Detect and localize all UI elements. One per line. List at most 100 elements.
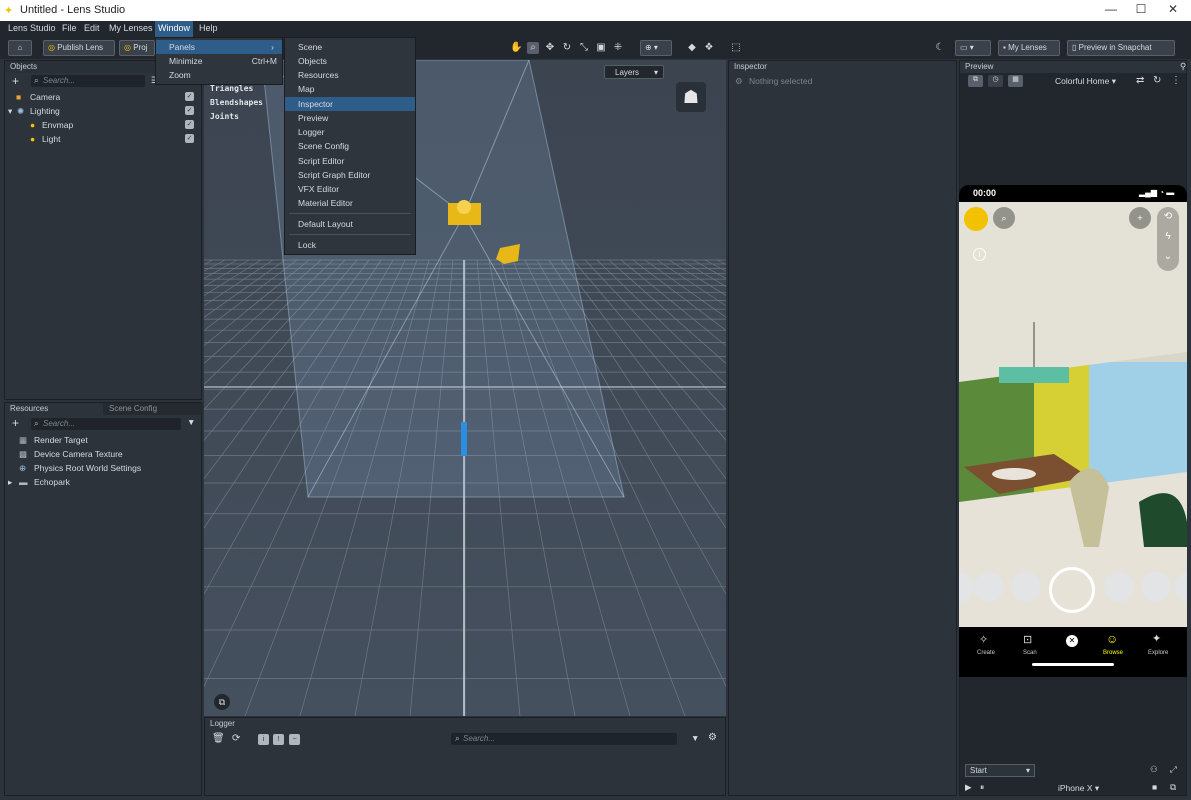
object-item-envmap[interactable]: Envmap <box>42 120 73 130</box>
add-object-icon[interactable]: + <box>12 74 19 88</box>
capture-button[interactable] <box>1049 567 1095 613</box>
nav-explore[interactable]: Explore <box>1148 650 1168 656</box>
layout-icon[interactable]: ⧉ <box>968 75 983 87</box>
resource-item-render-target[interactable]: Render Target <box>34 435 88 445</box>
project-info-button[interactable]: ◎ Proj <box>119 40 155 56</box>
space-toggle-dropdown[interactable]: ⊕ ▾ <box>640 40 672 56</box>
filter-icon[interactable]: ▼ <box>691 733 699 743</box>
envmap-visibility-checkbox[interactable]: ✓ <box>185 120 194 129</box>
camera-view-toggle-icon[interactable]: ⧉ <box>214 694 230 710</box>
moon-icon[interactable]: ☾ <box>934 42 946 54</box>
browse-icon[interactable]: ☺ <box>1106 632 1118 646</box>
objects-search-input[interactable]: Search... <box>31 75 145 87</box>
tab-resources[interactable]: Resources <box>5 403 103 415</box>
scale-tool-icon[interactable]: ⤡ <box>578 42 590 54</box>
panel-item-default-layout[interactable]: Default Layout <box>285 217 415 231</box>
publish-lens-button[interactable]: ◎ Publish Lens <box>43 40 115 56</box>
move-tool-icon[interactable]: ✥ <box>544 42 556 54</box>
create-icon[interactable]: ✧ <box>979 633 988 646</box>
logger-search-input[interactable]: Search... <box>451 733 677 745</box>
screenshot-icon[interactable]: ⧉ <box>1170 782 1176 793</box>
grid-view-icon[interactable]: ▦ <box>1008 75 1023 87</box>
panel-item-script-graph-editor[interactable]: Script Graph Editor <box>285 168 415 182</box>
add-friend-icon[interactable]: + <box>1129 207 1151 229</box>
tab-scene-config[interactable]: Scene Config <box>103 403 203 415</box>
start-select[interactable]: Start ▾ <box>965 764 1035 777</box>
flash-icon[interactable]: ϟ <box>1165 231 1170 242</box>
layers-dropdown[interactable]: Layers ▾ <box>604 65 664 79</box>
menu-window[interactable]: Window <box>155 21 194 37</box>
more-icon[interactable]: ⋮ <box>1171 75 1181 86</box>
pause-icon[interactable]: ⏸ <box>980 782 984 793</box>
panel-item-logger[interactable]: Logger <box>285 125 415 139</box>
select-tool-icon[interactable]: ⌕ <box>527 42 539 54</box>
lighting-visibility-checkbox[interactable]: ✓ <box>185 106 194 115</box>
resource-item-physics-root[interactable]: Physics Root World Settings <box>34 463 141 473</box>
profile-bitmoji-icon[interactable] <box>964 207 988 231</box>
expand-icon[interactable]: ⤢ <box>1170 764 1177 775</box>
menu-help[interactable]: Help <box>199 23 218 33</box>
chevron-down-icon[interactable]: ⌄ <box>1164 251 1172 262</box>
light-visibility-checkbox[interactable]: ✓ <box>185 134 194 143</box>
panel-item-material-editor[interactable]: Material Editor <box>285 196 415 210</box>
menu-file[interactable]: File <box>62 23 77 33</box>
panel-item-preview[interactable]: Preview <box>285 111 415 125</box>
grid-tool-icon[interactable]: ⁜ <box>612 42 624 54</box>
info-filter-icon[interactable]: i <box>258 734 269 745</box>
resources-search-input[interactable]: Search... <box>31 418 181 430</box>
panel-item-resources[interactable]: Resources <box>285 68 415 82</box>
menu-my-lenses[interactable]: My Lenses <box>109 23 153 33</box>
preview-in-snapchat-button[interactable]: ▯ Preview in Snapchat <box>1067 40 1175 56</box>
close-button[interactable]: ✕ <box>1158 2 1188 20</box>
error-filter-icon[interactable]: − <box>289 734 300 745</box>
device-dropdown[interactable]: ▭ ▾ <box>955 40 991 56</box>
user-add-icon[interactable]: ⚇ <box>1150 764 1158 775</box>
add-object-icon[interactable]: ❖ <box>703 42 715 54</box>
panel-item-vfx-editor[interactable]: VFX Editor <box>285 182 415 196</box>
scene-select[interactable]: Colorful Home ▾ <box>1055 76 1116 87</box>
explore-icon[interactable]: ✦ <box>1152 632 1161 645</box>
filter-icon[interactable]: ▼ <box>187 417 195 427</box>
flip-camera-icon[interactable]: ⟲ <box>1164 211 1172 222</box>
maximize-button[interactable]: ☐ <box>1126 2 1156 20</box>
lens-carousel-item[interactable] <box>974 572 1004 602</box>
panel-item-lock[interactable]: Lock <box>285 238 415 252</box>
menu-edit[interactable]: Edit <box>84 23 100 33</box>
chevron-right-icon[interactable]: ▸ <box>8 477 12 488</box>
camera-controls[interactable]: ⟲ ϟ ⌄ <box>1157 207 1179 271</box>
panel-item-inspector[interactable]: Inspector <box>285 97 415 111</box>
rotate-tool-icon[interactable]: ↻ <box>561 42 573 54</box>
rect-tool-icon[interactable]: ▣ <box>595 42 607 54</box>
scan-icon[interactable]: ⊡ <box>1023 633 1032 646</box>
resource-item-echopark[interactable]: Echopark <box>34 477 70 487</box>
panel-item-scene[interactable]: Scene <box>285 40 415 54</box>
panel-item-map[interactable]: Map <box>285 82 415 96</box>
search-icon[interactable]: ⌕ <box>993 207 1015 229</box>
home-button[interactable]: ⌂ <box>8 40 32 56</box>
warning-filter-icon[interactable]: ! <box>273 734 284 745</box>
phone-preview[interactable]: 00:00 ▂▄▆ ◔ ▬ ⌕ + ⟲ ϟ ⌄ i <box>959 185 1187 655</box>
reset-icon[interactable]: ↻ <box>1153 75 1161 86</box>
chevron-down-icon[interactable]: ▾ <box>8 106 12 117</box>
resource-item-device-camera-texture[interactable]: Device Camera Texture <box>34 449 123 459</box>
panel-item-script-editor[interactable]: Script Editor <box>285 154 415 168</box>
device-select[interactable]: iPhone X ▾ <box>1058 783 1099 794</box>
menu-item-minimize[interactable]: Minimize Ctrl+M <box>156 54 282 68</box>
nav-browse[interactable]: Browse <box>1103 650 1123 656</box>
my-lenses-button[interactable]: ▪ My Lenses <box>998 40 1060 56</box>
add-resource-icon[interactable]: + <box>12 416 19 430</box>
refresh-icon[interactable]: ⟳ <box>232 733 240 744</box>
shapes-icon[interactable]: ◆ <box>686 42 698 54</box>
panel-item-objects[interactable]: Objects <box>285 54 415 68</box>
lens-carousel-item[interactable] <box>1141 572 1171 602</box>
pin-icon[interactable]: ⚲ <box>1180 61 1186 72</box>
lens-carousel-item[interactable] <box>1011 572 1041 602</box>
camera-visibility-checkbox[interactable]: ✓ <box>185 92 194 101</box>
close-lens-icon[interactable]: ✕ <box>1066 635 1078 647</box>
trash-icon[interactable]: 🗑 <box>212 733 225 744</box>
menu-item-panels[interactable]: Panels › <box>156 40 282 54</box>
video-icon[interactable]: ■ <box>1152 782 1157 792</box>
object-item-camera[interactable]: Camera <box>30 92 60 102</box>
panel-item-scene-config[interactable]: Scene Config <box>285 139 415 153</box>
object-item-lighting[interactable]: Lighting <box>30 106 60 116</box>
